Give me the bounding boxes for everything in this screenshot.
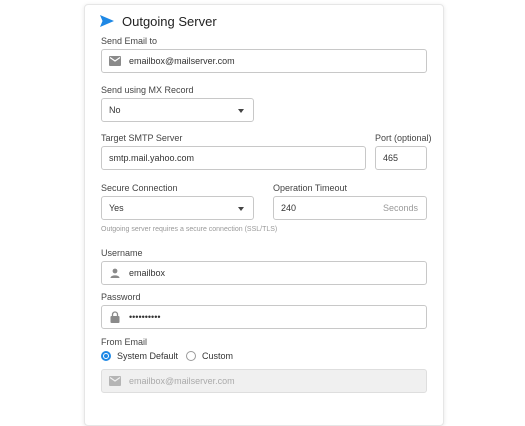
timeout-value: 240 — [281, 203, 297, 213]
secure-connection-hint: Outgoing server requires a secure connec… — [101, 226, 278, 233]
username-input[interactable]: emailbox — [101, 261, 427, 285]
password-label: Password — [101, 292, 141, 302]
smtp-server-value: smtp.mail.yahoo.com — [109, 153, 195, 163]
smtp-server-label: Target SMTP Server — [101, 133, 183, 143]
radio-selected-icon — [101, 351, 111, 361]
password-value: •••••••••• — [129, 312, 161, 322]
chevron-down-icon — [238, 109, 244, 113]
radio-custom-label: Custom — [202, 351, 234, 361]
mx-record-value: No — [109, 105, 121, 115]
radio-custom[interactable]: Custom — [186, 351, 233, 361]
timeout-label: Operation Timeout — [273, 183, 348, 193]
from-email-value: emailbox@mailserver.com — [129, 376, 235, 386]
section-header: Outgoing Server — [100, 11, 217, 31]
password-input[interactable]: •••••••••• — [101, 305, 427, 329]
smtp-server-input[interactable]: smtp.mail.yahoo.com — [101, 146, 366, 170]
send-email-to-label: Send Email to — [101, 36, 158, 46]
port-input[interactable]: 465 — [375, 146, 427, 170]
mail-icon — [109, 375, 121, 387]
username-value: emailbox — [129, 268, 166, 278]
secure-connection-select[interactable]: Yes — [101, 196, 254, 220]
radio-system-default[interactable]: System Default — [101, 351, 178, 361]
mx-record-select[interactable]: No — [101, 98, 254, 122]
radio-unselected-icon — [186, 351, 196, 361]
from-email-label: From Email — [101, 337, 148, 347]
from-email-input: emailbox@mailserver.com — [101, 369, 427, 393]
radio-system-default-label: System Default — [117, 351, 179, 361]
timeout-input[interactable]: 240 Seconds — [273, 196, 427, 220]
port-label: Port (optional) — [375, 133, 432, 143]
send-email-to-value: emailbox@mailserver.com — [129, 56, 235, 66]
mail-icon — [109, 55, 121, 67]
username-label: Username — [101, 248, 143, 258]
send-email-to-input[interactable]: emailbox@mailserver.com — [101, 49, 427, 73]
page-title: Outgoing Server — [122, 13, 217, 29]
user-icon — [109, 267, 121, 279]
mx-record-label: Send using MX Record — [101, 85, 194, 95]
chevron-down-icon — [238, 207, 244, 211]
send-icon — [100, 15, 114, 27]
port-value: 465 — [383, 153, 399, 163]
secure-connection-value: Yes — [109, 203, 124, 213]
lock-icon — [109, 311, 121, 323]
secure-connection-label: Secure Connection — [101, 183, 178, 193]
timeout-unit: Seconds — [382, 203, 418, 213]
